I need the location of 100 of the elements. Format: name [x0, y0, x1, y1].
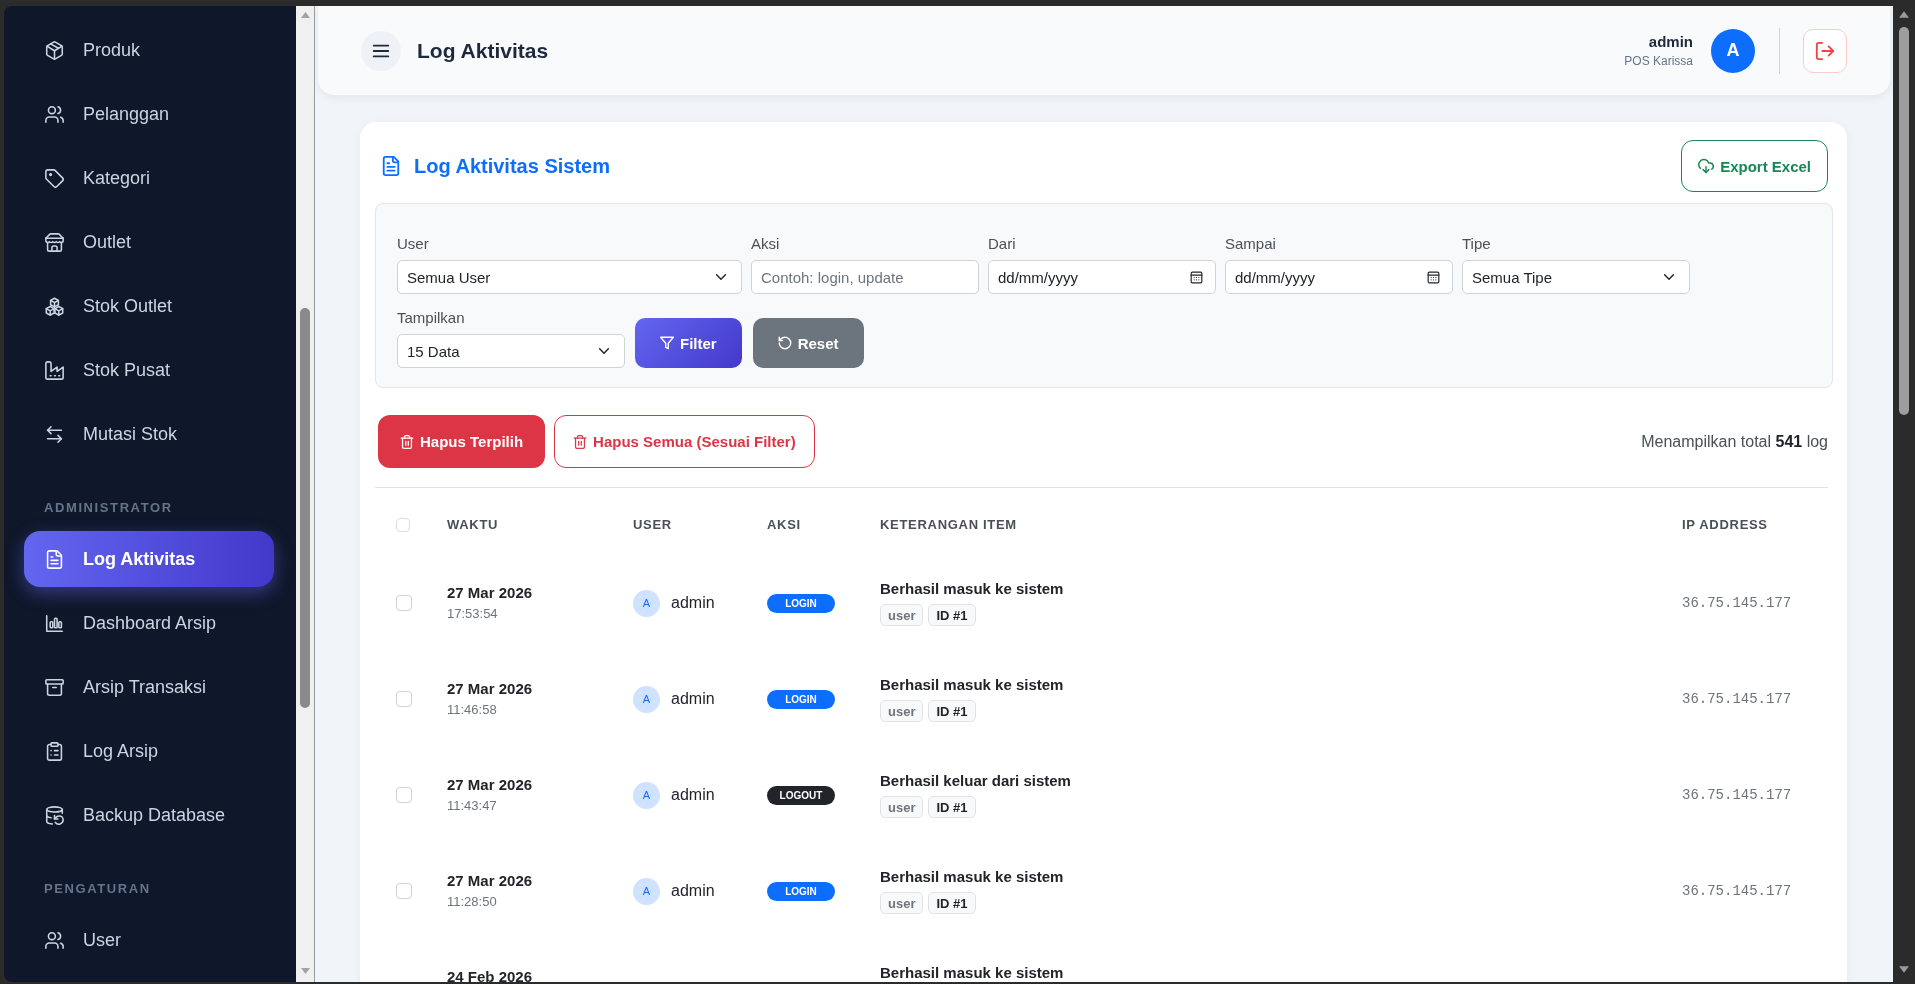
user-avatar: A: [633, 877, 660, 905]
dropdown[interactable]: Semua Tipe: [1462, 260, 1690, 294]
dropdown[interactable]: 15 Data: [397, 334, 625, 368]
user-avatar: A: [633, 685, 660, 713]
ip-address: 36.75.145.177: [1682, 595, 1792, 611]
filter-button[interactable]: Filter: [635, 318, 742, 368]
type-tag: user: [880, 796, 924, 818]
scroll-up-icon: [300, 12, 310, 18]
user-avatar: A: [633, 589, 660, 617]
user-avatar: A: [1711, 28, 1755, 73]
logout-button[interactable]: [1803, 28, 1847, 73]
scrollbar-thumb[interactable]: [1899, 27, 1909, 415]
date-field[interactable]: dd/mm/yyyy: [988, 260, 1216, 294]
action-badge: LOGIN: [767, 881, 835, 901]
boxes-icon: [45, 296, 64, 316]
store-icon: [45, 232, 64, 252]
row-checkbox[interactable]: [396, 691, 412, 707]
user-name: admin: [671, 690, 715, 708]
filter-label: Aksi: [751, 235, 780, 253]
sidebar-item[interactable]: Outlet: [24, 214, 274, 270]
scrollbar[interactable]: [296, 6, 315, 982]
type-tag: user: [880, 604, 924, 626]
box-icon: [45, 40, 64, 60]
time-text: 17:53:54: [447, 606, 498, 621]
ip-address: 36.75.145.177: [1682, 883, 1792, 899]
reset-button[interactable]: Reset: [752, 318, 864, 368]
dropdown[interactable]: Semua User: [397, 260, 742, 294]
page-title: Log Aktivitas: [417, 38, 549, 63]
action-badge: LOGOUT: [767, 785, 835, 805]
id-tag: ID #1: [928, 700, 976, 722]
card-title: Log Aktivitas Sistem: [414, 154, 610, 178]
scroll-up-icon: [1899, 11, 1909, 18]
scrollbar-thumb[interactable]: [300, 308, 310, 708]
calendar-icon: [1190, 270, 1203, 284]
user-name: admin: [671, 882, 715, 900]
sidebar-item[interactable]: Kategori: [24, 150, 274, 206]
trash-icon: [573, 434, 588, 449]
users-icon: [45, 104, 64, 124]
time-text: 11:43:47: [447, 798, 497, 813]
row-checkbox[interactable]: [396, 883, 412, 899]
users-icon: [45, 930, 64, 950]
sidebar-item[interactable]: Log Aktivitas: [24, 531, 274, 587]
action-badge: LOGIN: [767, 689, 835, 709]
description-text: Berhasil masuk ke sistem: [880, 868, 1064, 885]
total-count-text: Menampilkan total 541 log: [1641, 432, 1828, 451]
document-icon: [45, 549, 64, 569]
type-tag: user: [880, 700, 924, 722]
id-tag: ID #1: [928, 892, 976, 914]
date-field[interactable]: dd/mm/yyyy: [1225, 260, 1453, 294]
filter-label: Tampilkan: [397, 309, 465, 327]
sidebar-item[interactable]: Backup Database: [24, 787, 274, 843]
export-button[interactable]: Export Excel: [1681, 140, 1828, 192]
id-tag: ID #1: [928, 796, 976, 818]
user-name: admin: [671, 786, 715, 804]
clipboard-icon: [45, 741, 64, 761]
user-avatar: A: [633, 781, 660, 809]
user-name: admin: [671, 594, 715, 612]
cloud-download-icon: [1698, 158, 1715, 174]
logout-icon: [1815, 40, 1835, 61]
sidebar-item[interactable]: User: [24, 912, 274, 968]
trash-icon: [400, 434, 414, 449]
date-text: 24 Feb 2026: [447, 968, 533, 982]
time-text: 11:46:58: [447, 702, 497, 717]
database-icon: [45, 805, 64, 825]
user-name: admin: [1647, 33, 1693, 50]
description-text: Berhasil keluar dari sistem: [880, 772, 1071, 789]
row-checkbox[interactable]: [396, 595, 412, 611]
sidebar-item[interactable]: Dashboard Arsip: [24, 595, 274, 651]
date-text: 27 Mar 2026: [447, 584, 533, 601]
sidebar-item[interactable]: Stok Outlet: [24, 278, 274, 334]
sidebar-item[interactable]: Pelanggan: [24, 86, 274, 142]
select-all-checkbox[interactable]: [396, 517, 410, 532]
filter-label: Dari: [988, 235, 1016, 253]
type-tag: user: [880, 892, 924, 914]
description-text: Berhasil masuk ke sistem: [880, 580, 1064, 597]
archive-icon: [45, 677, 64, 697]
scroll-down-icon: [1899, 966, 1909, 973]
scroll-down-icon: [300, 968, 310, 974]
section-heading: ADMINISTRATOR: [44, 500, 173, 516]
delete-all-button[interactable]: Hapus Semua (Sesuai Filter): [554, 415, 815, 468]
ip-address: 36.75.145.177: [1682, 787, 1792, 803]
tag-icon: [45, 168, 64, 188]
factory-icon: [45, 360, 64, 380]
sidebar-item[interactable]: Arsip Transaksi: [24, 659, 274, 715]
input-field[interactable]: Contoh: login, update: [751, 260, 979, 294]
menu-button[interactable]: [361, 30, 401, 71]
delete-selected-button[interactable]: Hapus Terpilih: [378, 415, 546, 468]
sidebar-item[interactable]: Stok Pusat: [24, 342, 274, 398]
filter-label: Sampai: [1225, 235, 1276, 253]
funnel-icon: [660, 336, 674, 350]
column-header: WAKTU: [447, 517, 499, 532]
action-badge: LOGIN: [767, 593, 835, 613]
time-text: 11:28:50: [447, 894, 497, 909]
row-checkbox[interactable]: [396, 787, 412, 803]
sidebar-item[interactable]: Produk: [24, 22, 274, 78]
sidebar-item[interactable]: Mutasi Stok: [24, 406, 274, 462]
sidebar-item[interactable]: Log Arsip: [24, 723, 274, 779]
description-text: Berhasil masuk ke sistem: [880, 676, 1064, 693]
calendar-icon: [1427, 270, 1440, 284]
id-tag: ID #1: [928, 604, 976, 626]
